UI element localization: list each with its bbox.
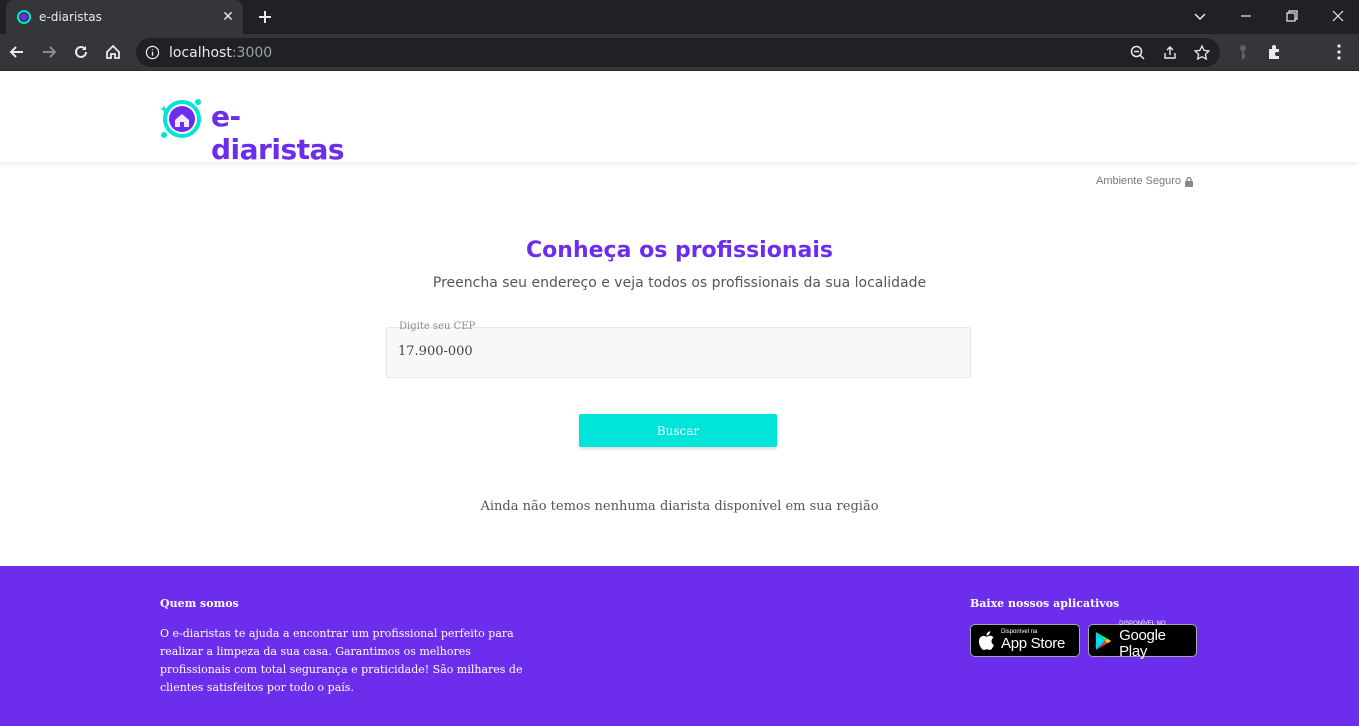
lock-icon — [1185, 176, 1193, 187]
app-badges: Disponível na App Store DISPONÍVEL NO Go… — [970, 621, 1200, 660]
site-logo[interactable]: e-diaristas — [158, 95, 368, 166]
google-play-badge[interactable]: DISPONÍVEL NO Google Play — [1088, 621, 1197, 660]
empty-results-message: Ainda não temos nenhuma diarista disponí… — [480, 499, 879, 514]
page-title: Conheça os profissionais — [526, 238, 833, 263]
address-bar[interactable]: localhost:3000 — [136, 38, 1220, 67]
info-icon[interactable] — [145, 45, 160, 60]
new-tab-icon[interactable] — [255, 7, 275, 27]
search-button[interactable]: Buscar — [579, 414, 777, 447]
browser-tab-bar: e-diaristas ✕ — [0, 0, 1359, 34]
logo-text: e-diaristas — [211, 100, 345, 166]
url-text[interactable]: localhost:3000 — [169, 45, 272, 61]
cep-field[interactable]: Digite seu CEP — [386, 321, 971, 378]
house-bubble-logo-icon — [160, 99, 201, 138]
menu-kebab-icon[interactable] — [1329, 42, 1349, 62]
about-section: Quem somos O e-diaristas te ajuda a enco… — [160, 597, 525, 697]
browser-tab[interactable]: e-diaristas ✕ — [6, 0, 243, 34]
about-title: Quem somos — [160, 597, 239, 610]
restore-icon[interactable] — [1282, 6, 1302, 26]
zoom-icon[interactable] — [1129, 44, 1147, 62]
about-text: O e-diaristas te ajuda a encontrar um pr… — [160, 627, 523, 694]
close-tab-icon[interactable]: ✕ — [220, 8, 236, 24]
back-arrow-icon[interactable] — [7, 42, 27, 62]
google-play-big-text: Google Play — [1119, 627, 1166, 660]
site-header: e-diaristas — [0, 71, 1359, 166]
page-subtitle: Preencha seu endereço e veja todos os pr… — [432, 275, 927, 291]
share-icon[interactable] — [1161, 44, 1179, 62]
forward-arrow-icon[interactable] — [39, 42, 59, 62]
site-favicon-icon — [17, 10, 31, 24]
bookmark-star-icon[interactable] — [1193, 44, 1211, 62]
apps-section: Baixe nossos aplicativos Disponível na A… — [970, 597, 1200, 660]
extensions-icon[interactable] — [1265, 42, 1285, 62]
close-window-icon[interactable] — [1328, 6, 1348, 26]
apple-icon — [978, 631, 994, 650]
apps-title: Baixe nossos aplicativos — [970, 597, 1120, 610]
app-store-big-text: App Store — [1001, 635, 1066, 652]
tab-title: e-diaristas — [39, 10, 102, 24]
cep-input[interactable] — [398, 344, 958, 359]
google-play-icon — [1095, 631, 1112, 650]
key-icon[interactable] — [1233, 42, 1253, 62]
site-footer: Quem somos O e-diaristas te ajuda a enco… — [0, 566, 1359, 726]
minimize-icon[interactable] — [1236, 6, 1256, 26]
tab-search-chevron-icon[interactable] — [1190, 6, 1210, 26]
home-icon[interactable] — [103, 42, 123, 62]
app-store-badge[interactable]: Disponível na App Store — [970, 624, 1080, 657]
secure-environment-label: Ambiente Seguro — [1096, 175, 1194, 187]
cep-label: Digite seu CEP — [399, 321, 476, 332]
reload-icon[interactable] — [71, 42, 91, 62]
secure-label-text: Ambiente Seguro — [1096, 175, 1181, 187]
browser-toolbar: localhost:3000 — [0, 34, 1359, 71]
